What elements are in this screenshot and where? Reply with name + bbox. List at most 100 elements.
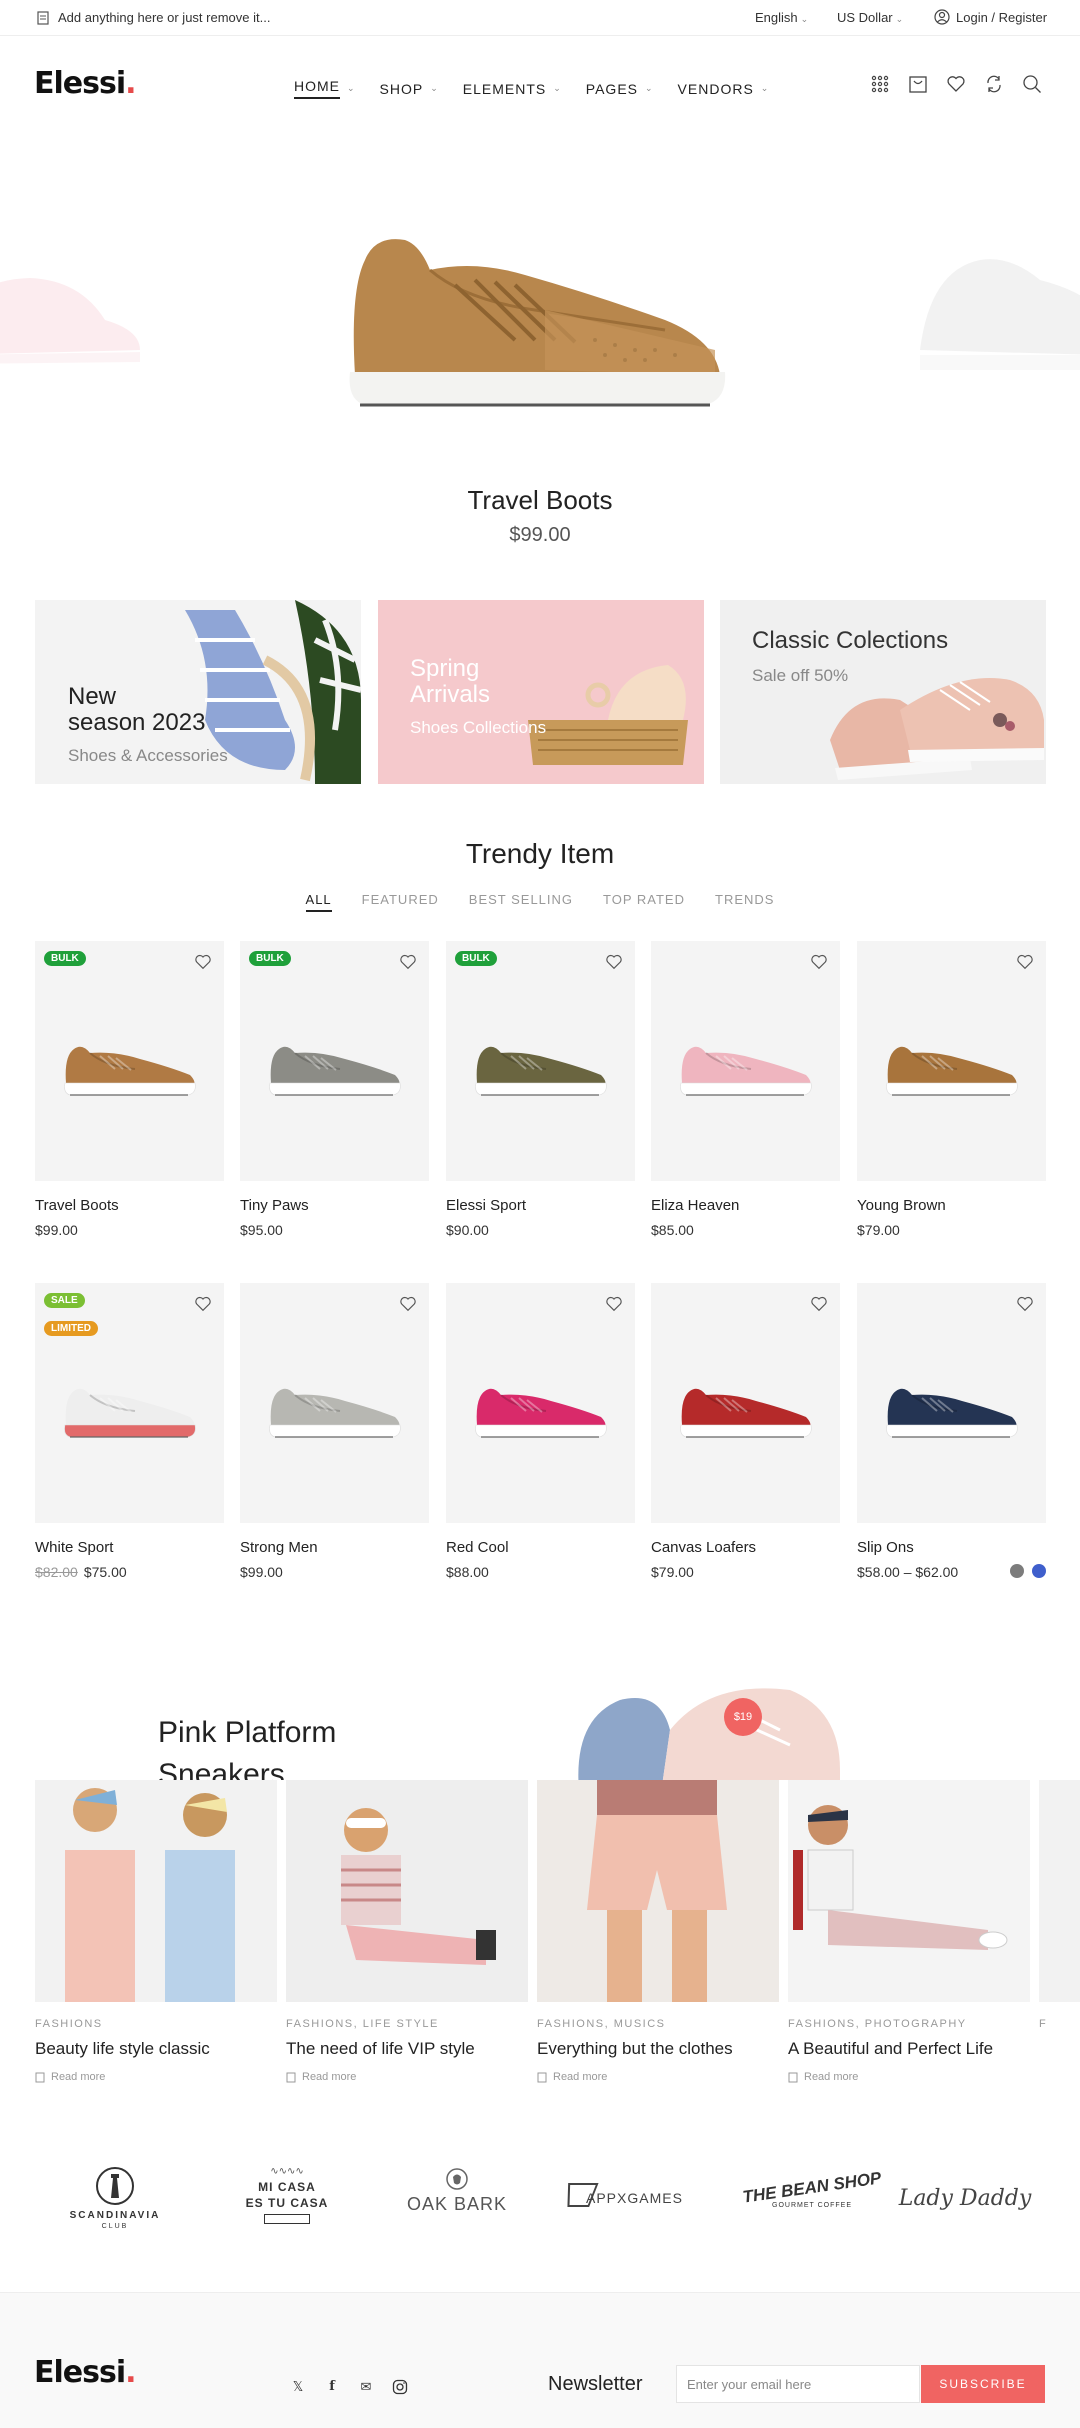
wishlist-heart-icon[interactable]: [399, 1295, 417, 1313]
wishlist-heart-icon[interactable]: [399, 953, 417, 971]
hero-slide-prev-image[interactable]: [0, 260, 150, 370]
brand-logo-bean-shop[interactable]: THE BEAN SHOP GOURMET COFFEE: [737, 2160, 887, 2240]
facebook-icon[interactable]: f: [324, 2379, 340, 2395]
read-more-link[interactable]: Read more: [788, 2071, 1030, 2083]
product-image[interactable]: [446, 1283, 635, 1523]
wishlist-heart-icon[interactable]: [810, 1295, 828, 1313]
compare-icon[interactable]: [984, 74, 1004, 94]
product-card[interactable]: Eliza Heaven $85.00: [651, 941, 840, 1238]
product-card[interactable]: BULK Travel Boots $99.00: [35, 941, 224, 1238]
read-more-link[interactable]: Read more: [35, 2071, 277, 2083]
color-swatch[interactable]: [1032, 1564, 1046, 1578]
product-card[interactable]: BULK Elessi Sport $90.00: [446, 941, 635, 1238]
x-twitter-icon[interactable]: 𝕏: [290, 2379, 306, 2395]
read-more-link[interactable]: Read more: [537, 2071, 779, 2083]
tab-top-rated[interactable]: TOP RATED: [603, 892, 685, 912]
product-name[interactable]: Strong Men: [240, 1539, 429, 1556]
blog-post-partial[interactable]: F: [1039, 1780, 1080, 2090]
product-name[interactable]: Red Cool: [446, 1539, 635, 1556]
brand-logo-scandinavia[interactable]: SCANDINAVIA CLUB: [40, 2160, 190, 2240]
blog-post-image[interactable]: [537, 1780, 779, 2002]
product-image[interactable]: [651, 941, 840, 1181]
search-icon[interactable]: [1022, 74, 1042, 94]
product-name[interactable]: White Sport: [35, 1539, 224, 1556]
blog-category[interactable]: FASHIONS: [35, 2018, 277, 2030]
product-card[interactable]: Slip Ons $58.00 – $62.00: [857, 1283, 1046, 1580]
email-icon[interactable]: ✉: [358, 2379, 374, 2395]
brand-logo-lady-daddy[interactable]: Lady Daddy: [890, 2160, 1040, 2240]
nav-vendors[interactable]: VENDORS ⌄: [678, 78, 770, 99]
site-logo[interactable]: Elessi.: [34, 66, 137, 101]
tab-all[interactable]: ALL: [305, 892, 332, 912]
product-name[interactable]: Elessi Sport: [446, 1197, 635, 1214]
blog-post-image[interactable]: [286, 1780, 528, 2002]
wishlist-heart-icon[interactable]: [1016, 1295, 1034, 1313]
blog-post-image[interactable]: [35, 1780, 277, 2002]
product-image[interactable]: BULK: [240, 941, 429, 1181]
product-card[interactable]: Strong Men $99.00: [240, 1283, 429, 1580]
currency-selector[interactable]: US Dollar ⌄: [837, 10, 903, 25]
product-name[interactable]: Eliza Heaven: [651, 1197, 840, 1214]
product-name[interactable]: Travel Boots: [35, 1197, 224, 1214]
product-image[interactable]: [857, 1283, 1046, 1523]
product-image[interactable]: BULK: [446, 941, 635, 1181]
footer-logo[interactable]: Elessi.: [34, 2355, 137, 2390]
product-name[interactable]: Tiny Paws: [240, 1197, 429, 1214]
brand-logo-oak-bark[interactable]: OAK BARK: [382, 2160, 532, 2240]
language-selector[interactable]: English ⌄: [755, 10, 808, 25]
product-card[interactable]: Red Cool $88.00: [446, 1283, 635, 1580]
blog-title[interactable]: Beauty life style classic: [35, 2039, 277, 2059]
product-name[interactable]: Slip Ons: [857, 1539, 1046, 1556]
subscribe-button[interactable]: SUBSCRIBE: [921, 2365, 1045, 2403]
blog-post[interactable]: FASHIONS, LIFE STYLE The need of life VI…: [286, 1780, 528, 2083]
banner-classic-collections[interactable]: Classic Colections Sale off 50%: [720, 600, 1046, 784]
product-image[interactable]: [240, 1283, 429, 1523]
login-register-link[interactable]: Login / Register: [934, 9, 1047, 25]
read-more-link[interactable]: Read more: [286, 2071, 528, 2083]
promo-banner[interactable]: Pink Platform Sneakers $19: [0, 1640, 1080, 1780]
nav-home[interactable]: HOME ⌄: [294, 78, 356, 99]
hero-slide-next-image[interactable]: [910, 230, 1080, 380]
product-card[interactable]: BULK Tiny Paws $95.00: [240, 941, 429, 1238]
blog-post[interactable]: FASHIONS, MUSICS Everything but the clot…: [537, 1780, 779, 2083]
wishlist-heart-icon[interactable]: [605, 953, 623, 971]
nav-elements[interactable]: ELEMENTS ⌄: [463, 78, 562, 99]
blog-category[interactable]: FASHIONS, PHOTOGRAPHY: [788, 2018, 1030, 2030]
newsletter-email-input[interactable]: [676, 2365, 920, 2403]
wishlist-heart-icon[interactable]: [810, 953, 828, 971]
product-image[interactable]: [857, 941, 1046, 1181]
color-swatch[interactable]: [1010, 1564, 1024, 1578]
tab-featured[interactable]: FEATURED: [362, 892, 439, 912]
wishlist-heart-icon[interactable]: [1016, 953, 1034, 971]
blog-post-image[interactable]: [788, 1780, 1030, 2002]
cart-icon[interactable]: [908, 74, 928, 94]
blog-title[interactable]: The need of life VIP style: [286, 2039, 528, 2059]
blog-post-image[interactable]: [1039, 1780, 1080, 2002]
product-card[interactable]: SALE LIMITED White Sport $82.00 $75.00: [35, 1283, 224, 1580]
banner-spring-arrivals[interactable]: Spring Arrivals Shoes Collections: [378, 600, 704, 784]
blog-category[interactable]: FASHIONS, MUSICS: [537, 2018, 779, 2030]
nav-pages[interactable]: PAGES ⌄: [586, 78, 654, 99]
brand-logo-appxgames[interactable]: APPXGAMES: [556, 2160, 706, 2240]
brand-logo-mi-casa[interactable]: ∿∿∿∿ MI CASA ES TU CASA: [212, 2160, 362, 2240]
product-name[interactable]: Young Brown: [857, 1197, 1046, 1214]
blog-post[interactable]: FASHIONS Beauty life style classic Read …: [35, 1780, 277, 2083]
product-card[interactable]: Young Brown $79.00: [857, 941, 1046, 1238]
wishlist-heart-icon[interactable]: [194, 953, 212, 971]
product-image[interactable]: BULK: [35, 941, 224, 1181]
wishlist-heart-icon[interactable]: [194, 1295, 212, 1313]
instagram-icon[interactable]: [392, 2379, 408, 2395]
nav-shop[interactable]: SHOP ⌄: [380, 78, 439, 99]
product-card[interactable]: Canvas Loafers $79.00: [651, 1283, 840, 1580]
blog-category[interactable]: FASHIONS, LIFE STYLE: [286, 2018, 528, 2030]
product-name[interactable]: Canvas Loafers: [651, 1539, 840, 1556]
heart-icon[interactable]: [946, 74, 966, 94]
banner-new-season[interactable]: New season 2023 Shoes & Accessories: [35, 600, 361, 784]
blog-title[interactable]: Everything but the clothes: [537, 2039, 779, 2059]
wishlist-heart-icon[interactable]: [605, 1295, 623, 1313]
tab-best-selling[interactable]: BEST SELLING: [469, 892, 573, 912]
product-image[interactable]: SALE LIMITED: [35, 1283, 224, 1523]
blog-post[interactable]: FASHIONS, PHOTOGRAPHY A Beautiful and Pe…: [788, 1780, 1030, 2083]
hero-product-title[interactable]: Travel Boots: [0, 485, 1080, 516]
tab-trends[interactable]: TRENDS: [715, 892, 774, 912]
